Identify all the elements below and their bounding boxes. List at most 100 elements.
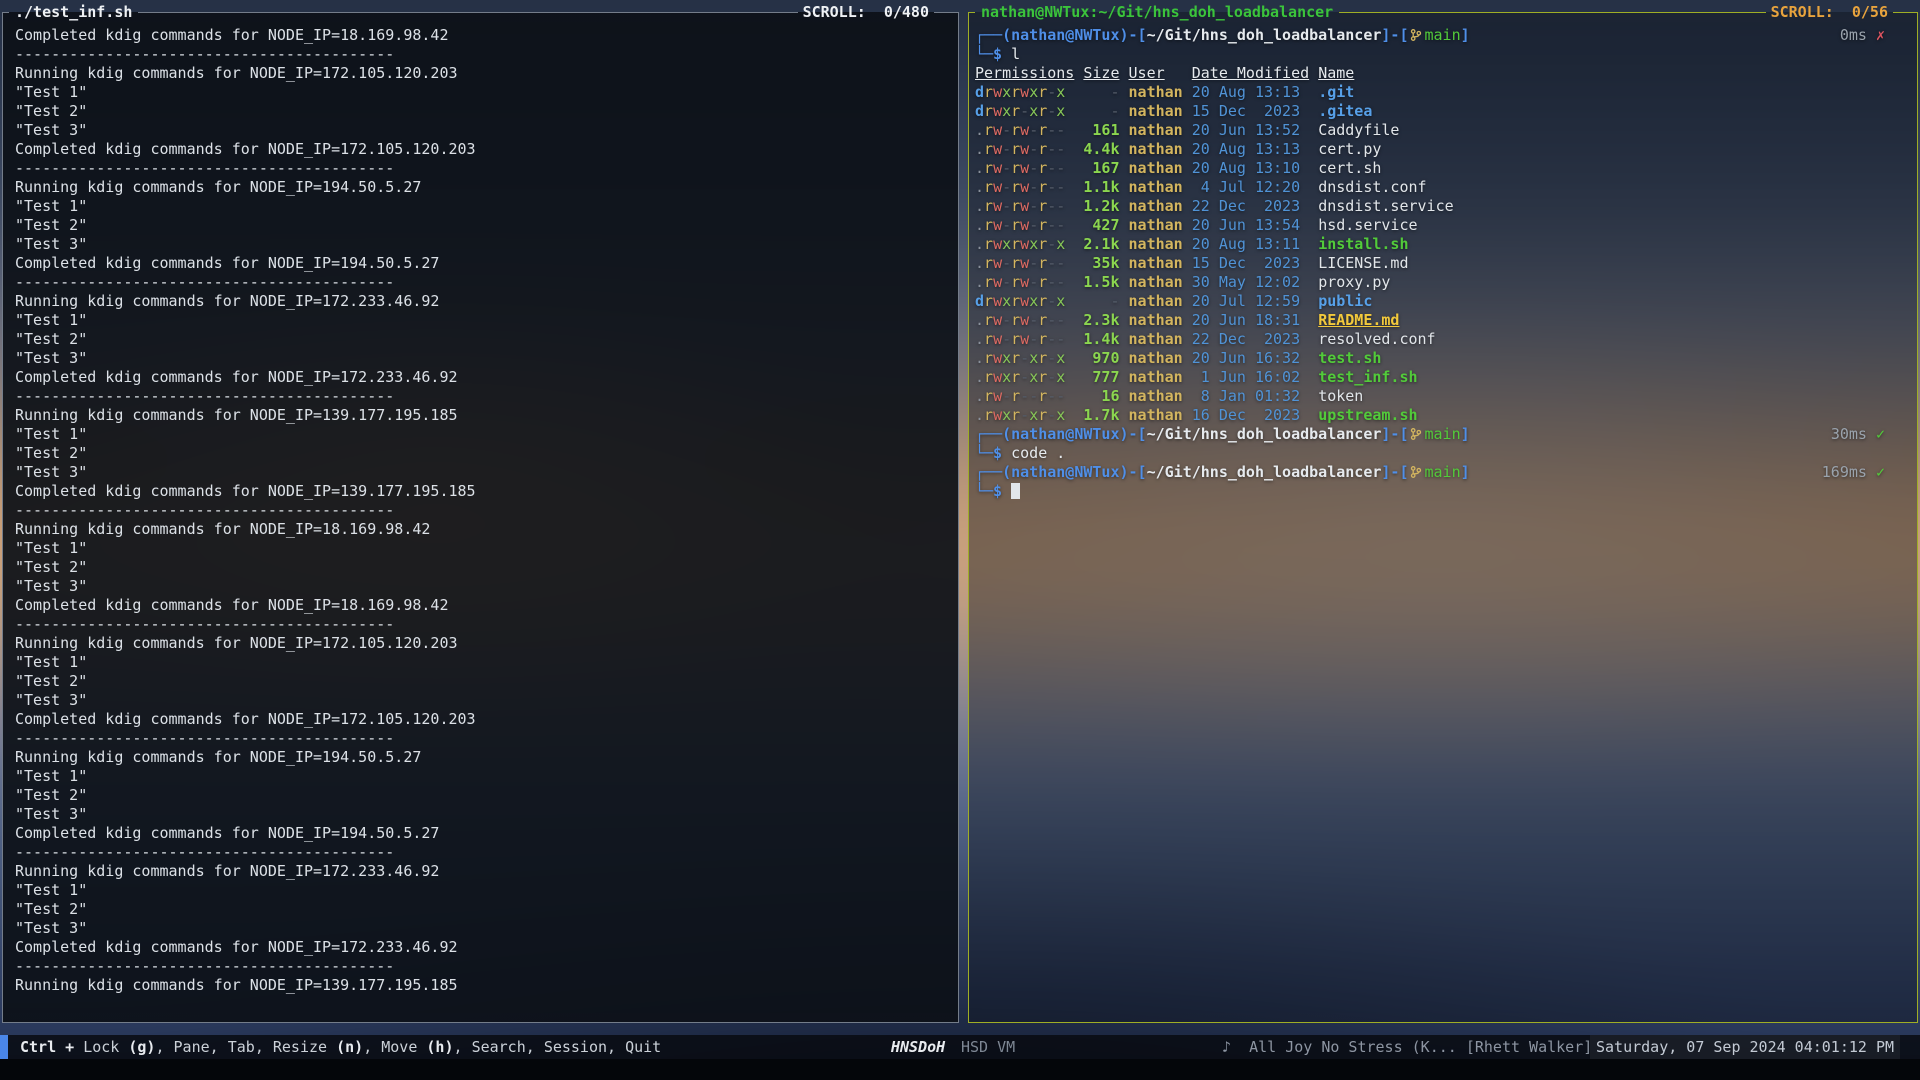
output-line: ----------------------------------------…	[15, 387, 950, 406]
command-duration: 30ms	[1831, 425, 1876, 443]
file-size: 16	[1083, 387, 1119, 405]
file-owner: nathan	[1129, 311, 1183, 329]
output-line: Running kdig commands for NODE_IP=139.17…	[15, 406, 950, 425]
pane-test-script[interactable]: ./test_inf.sh SCROLL: 0/480 Completed kd…	[2, 3, 959, 1032]
file-row: drwxrwxr-x - nathan 20 Aug 13:13 .git	[975, 83, 1909, 102]
output-line: "Test 1"	[15, 539, 950, 558]
file-date: 20 Jun 13:54	[1192, 216, 1309, 234]
keybind-hint: Quit	[625, 1038, 661, 1056]
file-size: -	[1083, 83, 1119, 101]
terminal-cursor[interactable]	[1011, 483, 1020, 499]
file-row: .rw-rw-r-- 2.3k nathan 20 Jun 18:31 READ…	[975, 311, 1909, 330]
file-size: 1.4k	[1083, 330, 1119, 348]
host-label: HSD VM	[961, 1035, 1015, 1059]
prompt-path: ~/Git/hns_doh_loadbalancer	[1147, 463, 1382, 481]
output-line: ----------------------------------------…	[15, 615, 950, 634]
output-line: Completed kdig commands for NODE_IP=194.…	[15, 254, 950, 273]
file-owner: nathan	[1129, 216, 1183, 234]
typed-command: code .	[1011, 444, 1065, 462]
output-line: Running kdig commands for NODE_IP=139.17…	[15, 976, 950, 995]
output-line: "Test 3"	[15, 463, 950, 482]
prompt-frame: )-[	[1120, 26, 1147, 44]
file-size: 161	[1083, 121, 1119, 139]
listing-header: Permissions Size User Date Modified Name	[975, 64, 1909, 83]
output-line: "Test 3"	[15, 235, 950, 254]
file-owner: nathan	[1129, 102, 1183, 120]
output-line: "Test 2"	[15, 444, 950, 463]
output-line: "Test 1"	[15, 881, 950, 900]
output-line: "Test 1"	[15, 653, 950, 672]
output-line: ----------------------------------------…	[15, 273, 950, 292]
pane-border-line	[1893, 12, 1911, 13]
prompt-frame: )-[	[1120, 425, 1147, 443]
file-name: dnsdist.service	[1318, 197, 1453, 215]
file-size: 777	[1083, 368, 1119, 386]
output-line: ----------------------------------------…	[15, 45, 950, 64]
file-owner: nathan	[1129, 121, 1183, 139]
zellij-workspace: ./test_inf.sh SCROLL: 0/480 Completed kd…	[0, 0, 1920, 1032]
pane-body[interactable]: Completed kdig commands for NODE_IP=18.1…	[2, 22, 959, 1013]
file-date: 15 Dec 2023	[1192, 254, 1309, 272]
git-branch-icon	[1410, 465, 1422, 479]
file-size: 167	[1083, 159, 1119, 177]
output-line: Running kdig commands for NODE_IP=18.169…	[15, 520, 950, 539]
screen-bottom-strip	[0, 1059, 1920, 1080]
pane-corner-icon	[952, 12, 959, 22]
output-line: "Test 3"	[15, 121, 950, 140]
file-size: 1.7k	[1083, 406, 1119, 424]
file-owner: nathan	[1129, 83, 1183, 101]
output-line: ----------------------------------------…	[15, 501, 950, 520]
prompt-duration: 0ms ✗	[1840, 26, 1885, 45]
prompt-header-line: ┌──(nathan@NWTux)-[~/Git/hns_doh_loadbal…	[975, 463, 1909, 482]
prompt-frame: ┌──(	[975, 425, 1011, 443]
prompt-path: ~/Git/hns_doh_loadbalancer	[1147, 26, 1382, 44]
scroll-value: 0/480	[884, 3, 929, 21]
prompt-duration: 169ms ✓	[1822, 463, 1885, 482]
failure-cross-icon: ✗	[1876, 26, 1885, 44]
pane-border-line	[138, 12, 797, 13]
file-name: hsd.service	[1318, 216, 1417, 234]
pane-body[interactable]: ┌──(nathan@NWTux)-[~/Git/hns_doh_loadbal…	[968, 22, 1918, 1013]
output-line: "Test 3"	[15, 691, 950, 710]
file-size: 1.1k	[1083, 178, 1119, 196]
pane-frame-top: nathan@NWTux:~/Git/hns_doh_loadbalancer …	[968, 3, 1918, 22]
left-terminal-output: Completed kdig commands for NODE_IP=18.1…	[15, 26, 950, 995]
output-line: ----------------------------------------…	[15, 729, 950, 748]
file-size: -	[1083, 102, 1119, 120]
keybind-hint: Search	[472, 1038, 526, 1056]
pane-corner-icon	[1911, 12, 1918, 22]
output-line: ----------------------------------------…	[15, 843, 950, 862]
pane-corner-icon	[968, 12, 975, 22]
mode-indicator-block	[0, 1035, 8, 1059]
file-date: 4 Jul 12:20	[1192, 178, 1309, 196]
file-row: .rw-rw-r-- 161 nathan 20 Jun 13:52 Caddy…	[975, 121, 1909, 140]
file-date: 20 Jun 13:52	[1192, 121, 1309, 139]
file-owner: nathan	[1129, 178, 1183, 196]
file-row: .rw-r--r-- 16 nathan 8 Jan 01:32 token	[975, 387, 1909, 406]
pane-corner-icon	[1911, 1013, 1918, 1023]
prompt-frame: ]	[1461, 26, 1470, 44]
file-owner: nathan	[1129, 159, 1183, 177]
file-owner: nathan	[1129, 140, 1183, 158]
prompt-user-host: nathan@NWTux	[1011, 463, 1119, 481]
output-line: "Test 1"	[15, 767, 950, 786]
keybind-key: (g)	[119, 1038, 155, 1056]
git-branch-icon	[1410, 427, 1422, 441]
success-check-icon: ✓	[1876, 425, 1885, 443]
prompt-frame: ]-[	[1381, 425, 1408, 443]
file-owner: nathan	[1129, 330, 1183, 348]
prompt-frame: ]	[1461, 463, 1470, 481]
pane-frame-bottom	[2, 1013, 959, 1032]
file-owner: nathan	[1129, 292, 1183, 310]
pane-border-line	[934, 12, 952, 13]
file-name: .git	[1318, 83, 1354, 101]
file-row: .rw-rw-r-- 35k nathan 15 Dec 2023 LICENS…	[975, 254, 1909, 273]
file-date: 20 Jul 12:59	[1192, 292, 1309, 310]
output-line: "Test 2"	[15, 558, 950, 577]
pane-shell[interactable]: nathan@NWTux:~/Git/hns_doh_loadbalancer …	[968, 3, 1918, 1032]
file-name: install.sh	[1318, 235, 1408, 253]
file-owner: nathan	[1129, 349, 1183, 367]
pane-corner-icon	[968, 1013, 975, 1023]
scroll-indicator: SCROLL: 0/480	[798, 3, 934, 22]
file-date: 20 Aug 13:11	[1192, 235, 1309, 253]
